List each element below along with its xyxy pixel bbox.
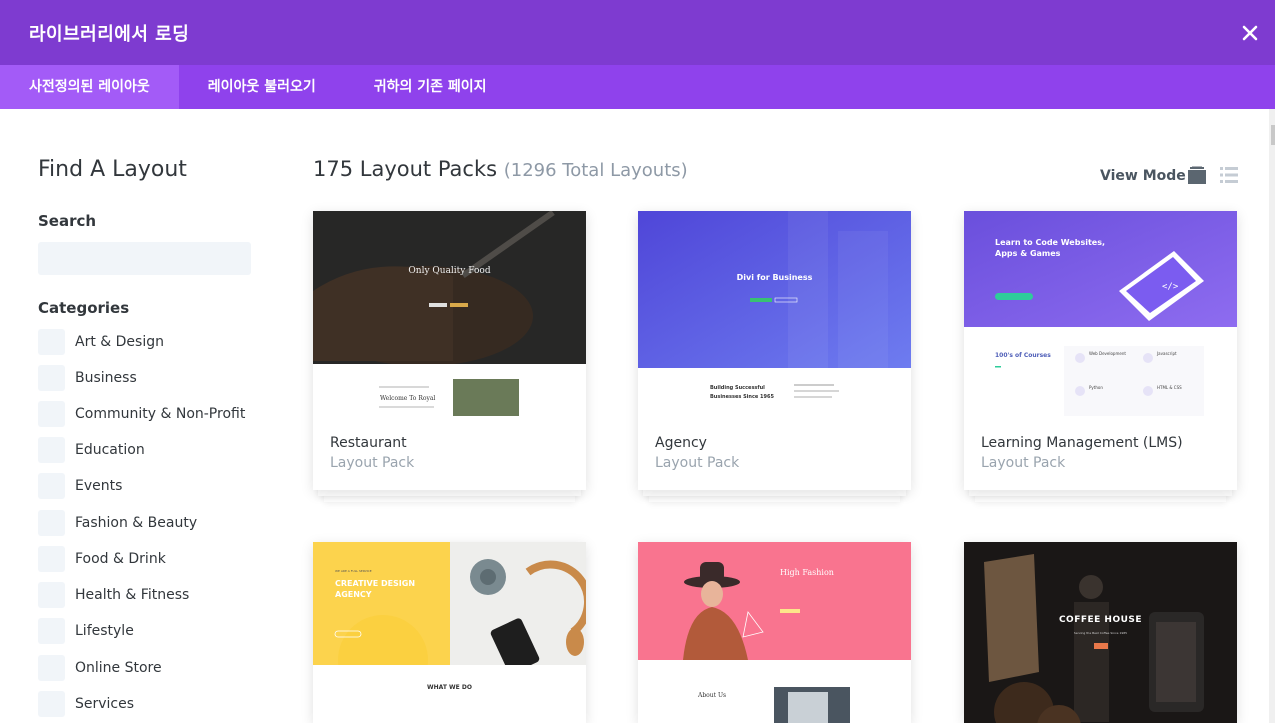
thumbnail-section-title: Welcome To Royal [380,395,436,402]
category-community[interactable]: Community & Non-Profit [38,401,268,427]
layout-thumbnail: </> Learn to Code Websites, Apps & Games… [964,211,1237,416]
grid-view-icon[interactable] [1188,166,1206,184]
thumbnail-hero-title: CREATIVE DESIGN AGENCY [335,579,416,599]
thumbnail-hero-title: High Fashion [780,568,834,577]
card-face: WE ARE A FULL SERVICE CREATIVE DESIGN AG… [313,542,586,723]
layout-card-coffee-house[interactable]: COFFEE HOUSE Serving the Best Coffee Sin… [964,542,1237,723]
category-checkbox[interactable] [38,618,65,644]
sidebar-title: Find A Layout [38,157,187,182]
restaurant-thumbnail-art [313,211,586,416]
thumbnail-feature: Javascript [1157,351,1177,356]
thumbnail-section-title: WHAT WE DO [427,684,472,691]
category-services[interactable]: Services [38,691,268,717]
tab-bar: 사전정의된 레이아웃 레이아웃 불러오기 귀하의 기존 페이지 [0,65,1275,109]
layout-type: Layout Pack [330,455,415,471]
category-health-fitness[interactable]: Health & Fitness [38,582,268,608]
category-label: Business [75,370,137,386]
category-checkbox[interactable] [38,582,65,608]
scrollbar[interactable] [1269,109,1275,723]
layout-name: Restaurant [330,435,407,451]
category-label: Fashion & Beauty [75,515,198,531]
category-label: Art & Design [75,334,164,350]
layout-type: Layout Pack [981,455,1066,471]
thumbnail-section-title: Building Successful Businesses Since 196… [710,385,774,400]
category-checkbox[interactable] [38,329,65,355]
search-input[interactable] [38,242,251,275]
category-checkbox[interactable] [38,655,65,681]
card-face: Divi for Business Building Successful Bu… [638,211,911,490]
layout-thumbnail: WE ARE A FULL SERVICE CREATIVE DESIGN AG… [313,542,586,723]
category-label: Community & Non-Profit [75,406,246,422]
thumbnail-section-title: 100's of Courses [995,352,1051,359]
thumbnail-hero-title: COFFEE HOUSE [1058,615,1143,625]
fashion-thumbnail-art [638,542,911,723]
tab-existing-pages[interactable]: 귀하의 기존 페이지 [345,65,516,109]
layout-card-lms[interactable]: </> Learn to Code Websites, Apps & Games… [964,211,1237,502]
layout-card-restaurant[interactable]: Only Quality Food Welcome To Royal Resta… [313,211,586,502]
layout-name: Agency [655,435,707,451]
card-face: </> Learn to Code Websites, Apps & Games… [964,211,1237,490]
layout-thumbnail: High Fashion About Us [638,542,911,723]
category-lifestyle[interactable]: Lifestyle [38,618,268,644]
thumbnail-section-title: About Us [698,692,727,699]
category-label: Food & Drink [75,551,166,567]
category-business[interactable]: Business [38,365,268,391]
thumbnail-hero-title: Only Quality Food [408,266,491,276]
layout-pack-count: 175 Layout Packs [313,157,498,181]
category-checkbox[interactable] [38,473,65,499]
category-checkbox[interactable] [38,510,65,536]
category-education[interactable]: Education [38,437,268,463]
layout-thumbnail: COFFEE HOUSE Serving the Best Coffee Sin… [964,542,1237,723]
tab-predefined-layouts[interactable]: 사전정의된 레이아웃 [0,65,179,109]
card-face: Only Quality Food Welcome To Royal Resta… [313,211,586,490]
layout-thumbnail: Divi for Business Building Successful Bu… [638,211,911,416]
modal-header: 라이브러리에서 로딩 [0,0,1275,65]
close-icon[interactable] [1241,24,1259,42]
svg-text:</>: </> [1162,282,1179,292]
layout-card-agency[interactable]: Divi for Business Building Successful Bu… [638,211,911,502]
thumbnail-hero-title: Divi for Business [736,273,813,282]
category-fashion-beauty[interactable]: Fashion & Beauty [38,510,268,536]
categories-label: Categories [38,299,130,317]
category-events[interactable]: Events [38,473,268,499]
search-label: Search [38,212,97,230]
category-art-design[interactable]: Art & Design [38,329,268,355]
list-view-icon[interactable] [1220,166,1238,184]
layout-name: Learning Management (LMS) [981,435,1183,451]
category-checkbox[interactable] [38,691,65,717]
category-checkbox[interactable] [38,546,65,572]
thumbnail-hero-small: WE ARE A FULL SERVICE [335,569,372,573]
layout-card-fashion[interactable]: High Fashion About Us [638,542,911,723]
category-checkbox[interactable] [38,401,65,427]
category-label: Health & Fitness [75,587,190,603]
total-layouts-count: (1296 Total Layouts) [503,160,688,181]
layout-card-design-agency[interactable]: WE ARE A FULL SERVICE CREATIVE DESIGN AG… [313,542,586,723]
category-checkbox[interactable] [38,365,65,391]
thumbnail-feature: Web Development [1089,351,1126,356]
category-food-drink[interactable]: Food & Drink [38,546,268,572]
thumbnail-feature: HTML & CSS [1157,385,1182,390]
layout-count-heading: 175 Layout Packs (1296 Total Layouts) [313,157,688,181]
card-face: COFFEE HOUSE Serving the Best Coffee Sin… [964,542,1237,723]
scrollbar-thumb[interactable] [1271,125,1275,145]
layout-thumbnail: Only Quality Food Welcome To Royal [313,211,586,416]
thumbnail-hero-sub: Serving the Best Coffee Since 1985 [1073,631,1128,635]
category-online-store[interactable]: Online Store [38,655,268,681]
category-label: Online Store [75,660,162,676]
category-label: Events [75,478,123,494]
view-mode-label: View Mode [1100,168,1186,184]
card-face: High Fashion About Us [638,542,911,723]
category-label: Lifestyle [75,623,134,639]
thumbnail-hero-title: Learn to Code Websites, Apps & Games [995,238,1106,258]
category-label: Services [75,696,135,712]
category-checkbox[interactable] [38,437,65,463]
thumbnail-feature: Python [1089,385,1103,390]
modal-title: 라이브러리에서 로딩 [29,24,190,45]
layout-type: Layout Pack [655,455,740,471]
category-label: Education [75,442,145,458]
tab-import-layout[interactable]: 레이아웃 불러오기 [179,65,345,109]
